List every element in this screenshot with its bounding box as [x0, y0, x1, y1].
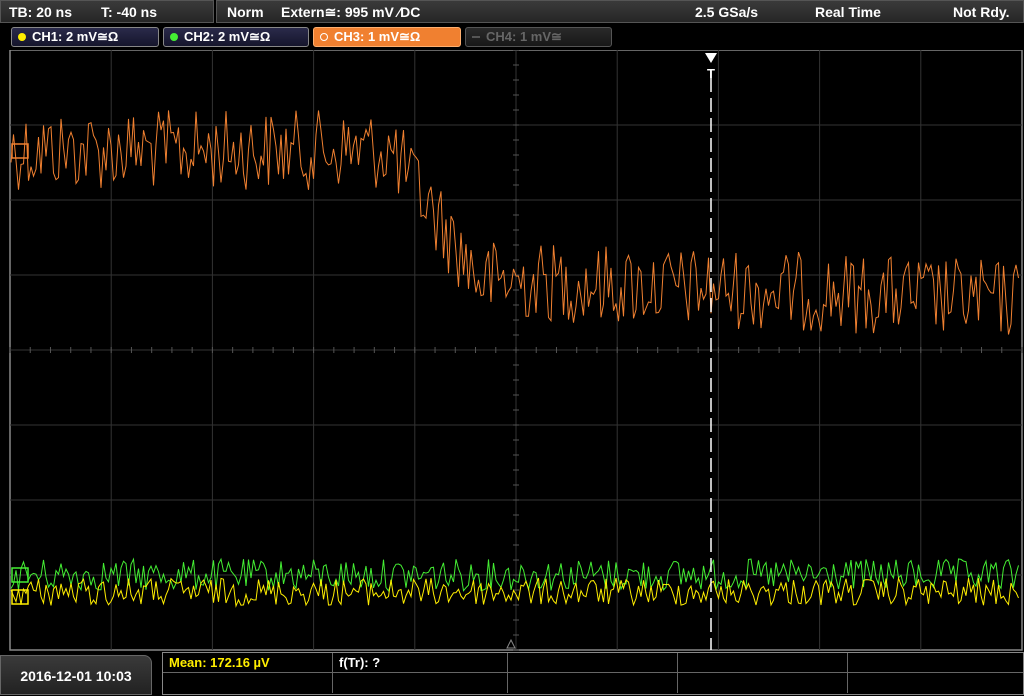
ch3-dot-icon [320, 33, 328, 41]
trigger-offset-value: T: -40 ns [101, 4, 158, 20]
ch2-dot-icon [170, 33, 178, 41]
trigger-source: Extern≅: 995 mV ∕DC [281, 4, 421, 20]
meas-empty-3 [848, 653, 1023, 673]
ch3-label: CH3: 1 mV≅Ω [334, 29, 421, 44]
meas-empty-5 [333, 673, 508, 693]
tab-ch4[interactable]: CH4: 1 mV≅ [465, 27, 612, 47]
tab-ch3[interactable]: CH3: 1 mV≅Ω [313, 27, 461, 47]
ch4-label: CH4: 1 mV≅ [486, 29, 562, 44]
ch2-label: CH2: 2 mV≅Ω [184, 29, 271, 44]
datetime-display: 2016-12-01 10:03 [0, 655, 152, 695]
ch4-dash-icon [472, 36, 480, 38]
measurement-bar[interactable]: Mean: 172.16 µV f(Tr): ? [162, 652, 1024, 695]
meas-empty-8 [848, 673, 1023, 693]
sample-rate: 2.5 GSa/s [695, 4, 759, 20]
meas-empty-2 [678, 653, 848, 673]
tab-ch1[interactable]: CH1: 2 mV≅Ω [11, 27, 159, 47]
acq-mode: Norm [227, 4, 264, 20]
meas-empty-4 [163, 673, 333, 693]
meas-empty-7 [678, 673, 848, 693]
tab-ch2[interactable]: CH2: 2 mV≅Ω [163, 27, 309, 47]
meas-freq: f(Tr): ? [333, 653, 508, 673]
ch1-dot-icon [18, 33, 26, 41]
acquisition-panel[interactable]: Norm Extern≅: 995 mV ∕DC 2.5 GSa/s Real … [216, 0, 1024, 23]
timebase-panel[interactable]: TB: 20 ns T: -40 ns [0, 0, 214, 23]
meas-empty-1 [508, 653, 678, 673]
sampling-mode: Real Time [815, 4, 881, 20]
waveform-display[interactable]: T [0, 50, 1024, 652]
timebase-value: TB: 20 ns [9, 4, 73, 20]
status-bar: TB: 20 ns T: -40 ns Norm Extern≅: 995 mV… [0, 0, 1024, 24]
acq-state: Not Rdy. [953, 4, 1010, 20]
ch1-label: CH1: 2 mV≅Ω [32, 29, 119, 44]
meas-empty-6 [508, 673, 678, 693]
trigger-marker: T [707, 66, 715, 81]
meas-mean: Mean: 172.16 µV [163, 653, 333, 673]
